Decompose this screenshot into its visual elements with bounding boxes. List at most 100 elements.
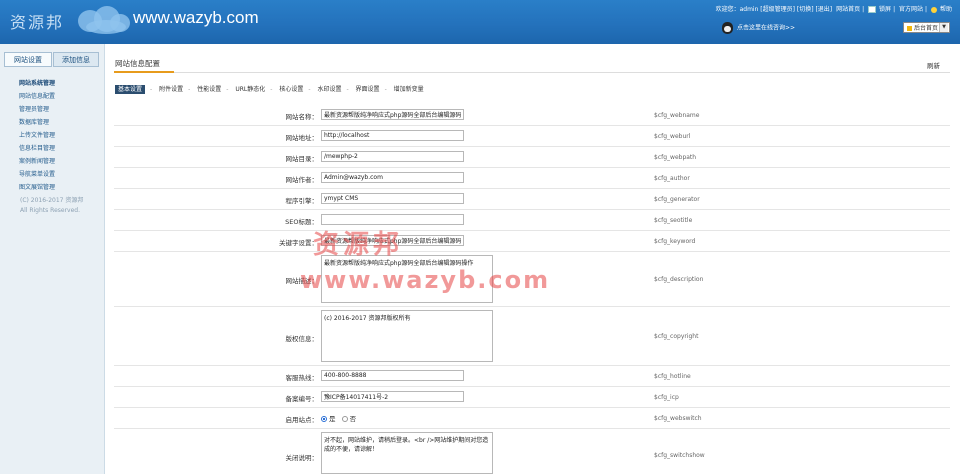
var-name: $cfg_description — [654, 276, 704, 283]
top-links: 欢迎您：admin [超级管理员] [切换] [退出] 网站首页 | 锁屏 | 官方… — [715, 6, 952, 13]
top-header: 资源邦 www.wazyb.com 欢迎您：admin [超级管理员] [切换]… — [0, 0, 960, 44]
form-row: 关键字设置： $cfg_keyword — [114, 231, 950, 252]
sidebar-item-gallery[interactable]: 图文展馆管理 — [19, 181, 55, 194]
subnav-interface[interactable]: 界面设置 — [356, 86, 380, 93]
field-label: 版权信息： — [285, 335, 319, 343]
field-label: 客服热线： — [285, 374, 319, 382]
chevron-down-icon[interactable]: ▼ — [939, 23, 948, 32]
webpath-input[interactable] — [321, 151, 464, 162]
form-row: SEO标题： $cfg_seotitle — [114, 210, 950, 231]
welcome-text[interactable]: 欢迎您：admin [超级管理员] [切换] [退出] — [716, 6, 833, 13]
sidebar-menu-head[interactable]: 网站系统管理 — [19, 77, 55, 90]
tab-site-settings[interactable]: 网站设置 — [4, 52, 52, 67]
radio-no-label[interactable]: 否 — [350, 415, 357, 423]
sidebar-item-cases[interactable]: 案例新闻管理 — [19, 155, 55, 168]
settings-subnav: 基本设置 - 附件设置 - 性能设置 - URL静态化 - 核心设置 - 水印设置 - 界面… — [115, 84, 429, 94]
sidebar-copyright: (C) 2016-2017 资源邦 All Rights Reserved. — [20, 196, 83, 216]
hotline-input[interactable] — [321, 370, 464, 381]
form-row: 程序引擎： $cfg_generator — [114, 189, 950, 210]
field-label: 关闭说明： — [285, 454, 319, 462]
var-name: $cfg_keyword — [654, 238, 696, 245]
generator-input[interactable] — [321, 193, 464, 204]
copyright-line-2: All Rights Reserved. — [20, 207, 81, 214]
page-title: 网站信息配置 — [115, 59, 160, 68]
webname-input[interactable] — [321, 109, 464, 120]
refresh-link[interactable]: 刷新 — [927, 60, 940, 70]
radio-no[interactable] — [341, 416, 348, 422]
home-select-label: 后台首页 — [914, 25, 939, 32]
sidebar-item-uploads[interactable]: 上传文件管理 — [19, 129, 55, 142]
link-official[interactable]: 官方网站 — [899, 6, 923, 13]
field-label: 备案编号： — [285, 395, 319, 403]
form-row: 备案编号： $cfg_icp — [114, 387, 950, 408]
field-label: 网站名称： — [285, 113, 319, 121]
weburl-input[interactable] — [321, 130, 464, 141]
site-url-title: www.wazyb.com — [133, 8, 259, 27]
title-divider — [114, 72, 950, 73]
switchshow-textarea[interactable]: 对不起，网站维护，请稍后登录。<br />网站维护期间对您造成的不便，请谅解！ — [321, 432, 493, 474]
home-select[interactable]: 后台首页 ▼ — [903, 22, 950, 33]
form-row: 版权信息： (c) 2016-2017 资源邦版权所有 $cfg_copyrig… — [114, 307, 950, 366]
field-label: 程序引擎： — [285, 197, 319, 205]
author-input[interactable] — [321, 172, 464, 183]
sidebar-menu: 网站系统管理 网站信息配置 管理员管理 数据库管理 上传文件管理 信息栏目管理 … — [19, 77, 55, 194]
subnav-core[interactable]: 核心设置 — [279, 86, 303, 93]
link-help[interactable]: 帮助 — [940, 6, 952, 13]
field-label: 网站目录： — [285, 155, 319, 163]
field-label: 启用站点： — [285, 416, 319, 424]
var-name: $cfg_seotitle — [654, 217, 693, 224]
online-consult[interactable]: 点击这里在线咨询>> — [722, 22, 795, 34]
watermark-logo-text: 资源邦 — [313, 230, 404, 260]
field-label: 网站作者： — [285, 176, 319, 184]
var-name: $cfg_author — [654, 175, 690, 182]
copyright-line-1: (C) 2016-2017 资源邦 — [20, 197, 84, 204]
subnav-attachment[interactable]: 附件设置 — [159, 86, 183, 93]
copyright-textarea[interactable]: (c) 2016-2017 资源邦版权所有 — [321, 310, 493, 362]
sidebar-item-nav[interactable]: 导航菜单设置 — [19, 168, 55, 181]
link-lock[interactable]: 锁屏 — [879, 6, 891, 13]
radio-yes-label[interactable]: 是 — [329, 415, 336, 423]
subnav-new-variable[interactable]: 增加新变量 — [394, 86, 424, 93]
qq-penguin-icon — [722, 22, 733, 34]
form-row: 客服热线： $cfg_hotline — [114, 366, 950, 387]
var-name: $cfg_copyright — [654, 333, 699, 340]
form-row: 网站目录： $cfg_webpath — [114, 147, 950, 168]
form-row: 关闭说明： 对不起，网站维护，请稍后登录。<br />网站维护期间对您造成的不便… — [114, 429, 950, 474]
watermark-url: www.wazyb.com — [300, 266, 551, 294]
home-icon — [907, 26, 912, 31]
form-row: 网站名称： $cfg_webname — [114, 105, 950, 126]
subnav-watermark[interactable]: 水印设置 — [317, 86, 341, 93]
field-label: 网站地址： — [285, 134, 319, 142]
sidebar-item-site-info[interactable]: 网站信息配置 — [19, 90, 55, 103]
var-name: $cfg_icp — [654, 394, 679, 401]
var-name: $cfg_webname — [654, 112, 700, 119]
var-name: $cfg_hotline — [654, 373, 691, 380]
left-sidebar: 网站设置 添加信息 网站系统管理 网站信息配置 管理员管理 数据库管理 上传文件… — [0, 44, 105, 474]
main-content: 网站信息配置 刷新 基本设置 - 附件设置 - 性能设置 - URL静态化 - 核心设置… — [105, 44, 960, 474]
site-logo[interactable]: 资源邦 — [0, 0, 136, 44]
logo-text: 资源邦 — [10, 13, 65, 32]
radio-yes[interactable] — [321, 416, 327, 422]
subnav-performance[interactable]: 性能设置 — [197, 86, 221, 93]
form-row: 网站地址： $cfg_weburl — [114, 126, 950, 147]
tab-add-info[interactable]: 添加信息 — [53, 52, 99, 67]
var-name: $cfg_webpath — [654, 154, 697, 161]
title-underline — [114, 71, 174, 73]
var-name: $cfg_weburl — [654, 133, 691, 140]
lock-icon — [868, 6, 877, 13]
link-site-home[interactable]: 网站首页 — [836, 6, 860, 13]
var-name: $cfg_switchshow — [654, 452, 705, 459]
notice-text: 点击这里在线咨询>> — [737, 24, 796, 32]
help-icon — [930, 6, 937, 13]
var-name: $cfg_webswitch — [654, 415, 702, 422]
form-row: 启用站点： 是 否 $cfg_webswitch — [114, 408, 950, 429]
form-row: 网站作者： $cfg_author — [114, 168, 950, 189]
sidebar-item-columns[interactable]: 信息栏目管理 — [19, 142, 55, 155]
webswitch-radios: 是 否 — [321, 413, 356, 423]
var-name: $cfg_generator — [654, 196, 700, 203]
subnav-url-static[interactable]: URL静态化 — [235, 86, 265, 93]
sidebar-item-database[interactable]: 数据库管理 — [19, 116, 55, 129]
icp-input[interactable] — [321, 391, 464, 402]
subnav-basic[interactable]: 基本设置 — [115, 85, 146, 94]
sidebar-item-admins[interactable]: 管理员管理 — [19, 103, 55, 116]
